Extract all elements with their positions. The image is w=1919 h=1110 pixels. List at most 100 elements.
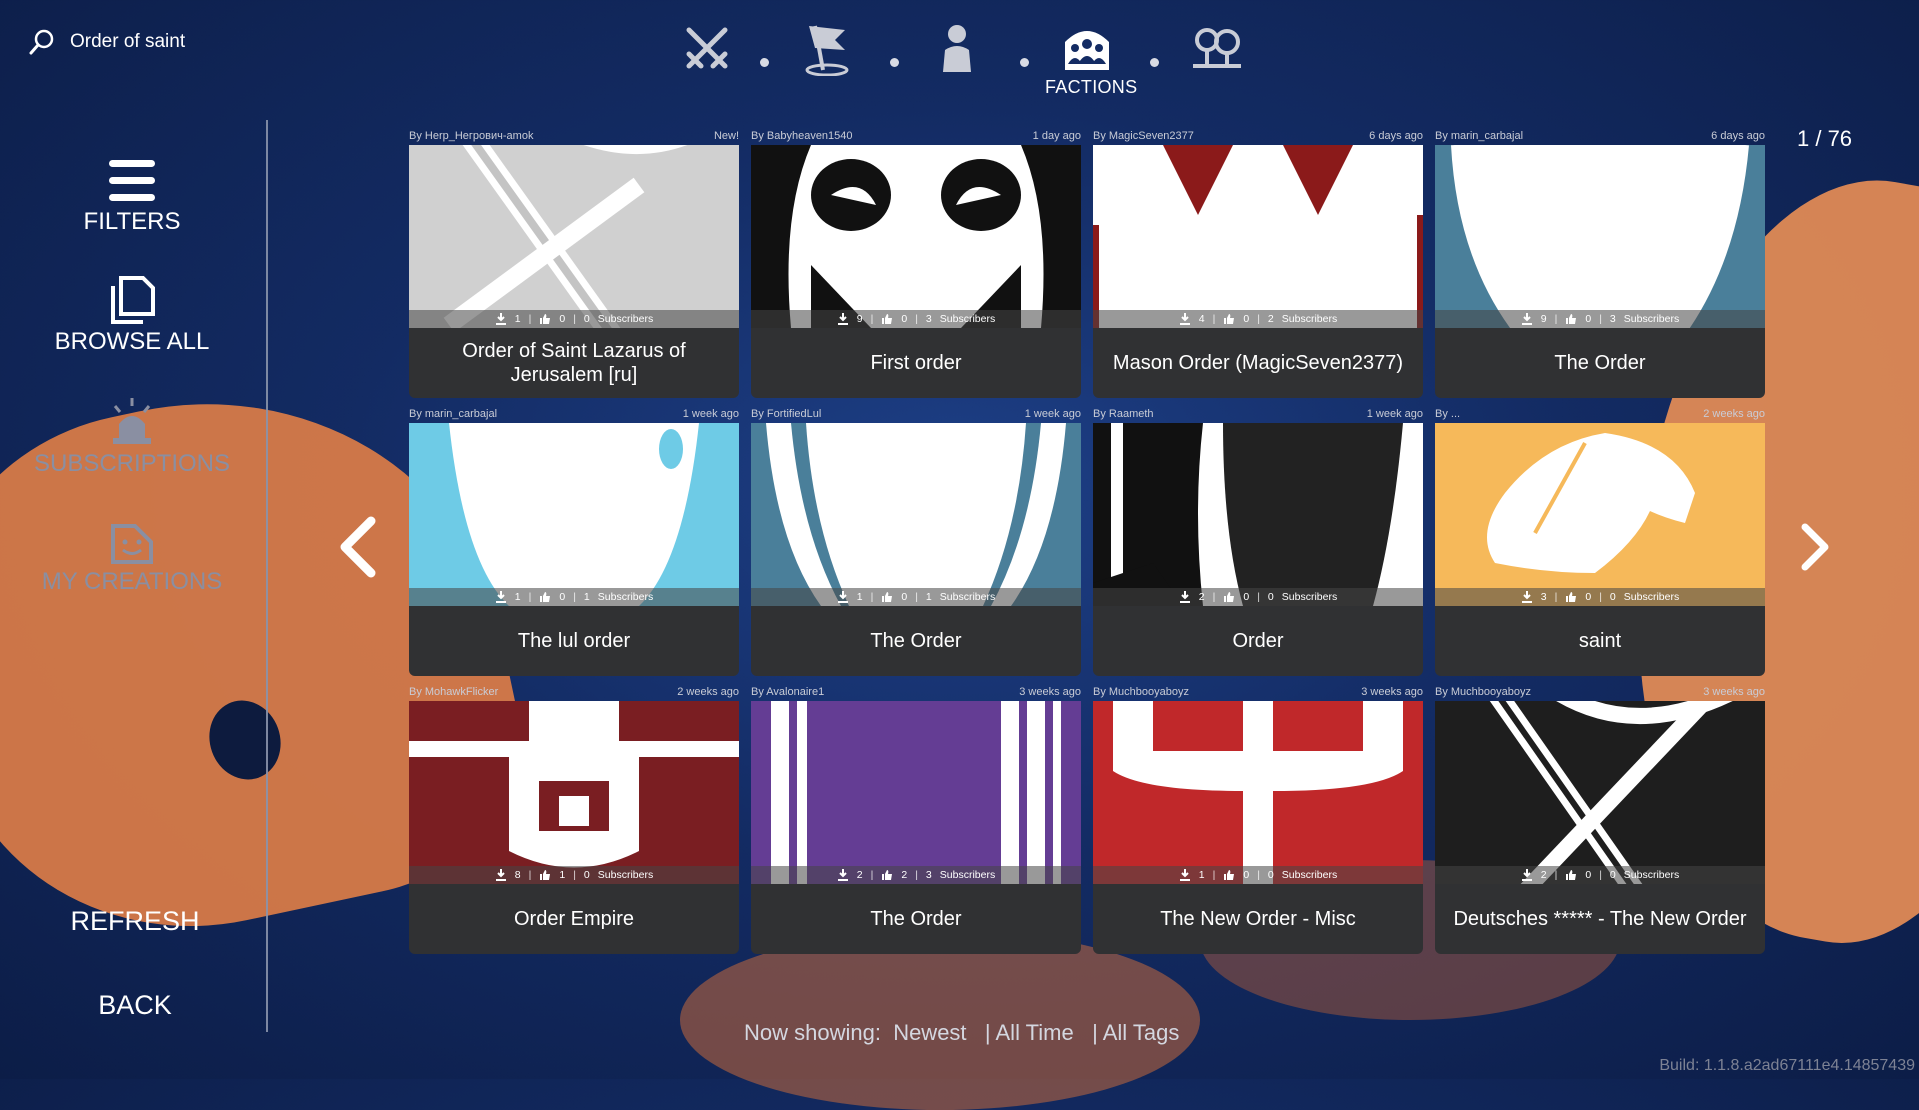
menu-icon bbox=[109, 160, 155, 201]
page-counter: 1 / 76 bbox=[1797, 126, 1853, 151]
card-title[interactable]: The Order bbox=[751, 606, 1081, 676]
card-author[interactable]: By FortifiedLul bbox=[751, 408, 821, 420]
faction-emblem-image bbox=[1093, 423, 1423, 606]
thumbs-up-icon bbox=[540, 870, 551, 880]
filters-button[interactable]: FILTERS bbox=[0, 158, 264, 236]
card-subscribers: 0 bbox=[583, 313, 590, 325]
card-likes: 0 bbox=[1585, 591, 1592, 603]
card-thumbnail[interactable] bbox=[409, 423, 739, 606]
card-author[interactable]: By Avalonaire1 bbox=[751, 686, 824, 698]
card-thumbnail[interactable] bbox=[409, 145, 739, 328]
nav-weapons[interactable] bbox=[672, 18, 742, 78]
sort-filter[interactable]: Newest bbox=[893, 1020, 966, 1045]
stat-separator: | bbox=[1599, 869, 1602, 881]
card-thumbnail[interactable] bbox=[1435, 145, 1765, 328]
card-thumbnail[interactable] bbox=[1435, 701, 1765, 884]
card-likes: 0 bbox=[901, 313, 908, 325]
chevron-right-icon bbox=[1801, 523, 1829, 571]
card-likes: 0 bbox=[559, 591, 566, 603]
card-title[interactable]: saint bbox=[1435, 606, 1765, 676]
card-stats: 2 | 0 | 0 Subscribers bbox=[1093, 588, 1423, 606]
card-author[interactable]: By MagicSeven2377 bbox=[1093, 130, 1194, 142]
nav-flags[interactable] bbox=[792, 18, 862, 78]
stat-separator: | bbox=[870, 591, 874, 603]
card-thumbnail[interactable] bbox=[751, 423, 1081, 606]
card-thumbnail[interactable] bbox=[751, 701, 1081, 884]
card-stats: 1 | 0 | 1 Subscribers bbox=[751, 588, 1081, 606]
time-filter[interactable]: | All Time bbox=[985, 1020, 1074, 1045]
stat-separator: | bbox=[1257, 869, 1260, 881]
card-subscribers: 0 bbox=[1267, 869, 1274, 881]
card-title[interactable]: Order Empire bbox=[409, 884, 739, 954]
card-author[interactable]: By ... bbox=[1435, 408, 1460, 420]
browse-all-button[interactable]: BROWSE ALL bbox=[0, 274, 264, 356]
card-title[interactable]: The New Order - Misc bbox=[1093, 884, 1423, 954]
card-author[interactable]: By Herp_Негрович-amok bbox=[409, 130, 533, 142]
search-bar[interactable]: Order of saint bbox=[28, 28, 185, 56]
refresh-button[interactable]: REFRESH bbox=[0, 906, 270, 937]
card-author[interactable]: By Muchbooyaboyz bbox=[1093, 686, 1189, 698]
previous-page-button[interactable] bbox=[332, 512, 382, 582]
card-thumbnail[interactable] bbox=[1093, 701, 1423, 884]
card-thumbnail[interactable] bbox=[1093, 145, 1423, 328]
search-icon bbox=[29, 29, 54, 55]
tags-filter[interactable]: | All Tags bbox=[1092, 1020, 1179, 1045]
card-subscribers-label: Subscribers bbox=[1281, 869, 1338, 881]
card-author[interactable]: By Babyheaven1540 bbox=[751, 130, 853, 142]
card-author[interactable]: By Muchbooyaboyz bbox=[1435, 686, 1531, 698]
my-creations-button[interactable]: MY CREATIONS bbox=[0, 514, 264, 596]
card-author[interactable]: By marin_carbajal bbox=[1435, 130, 1523, 142]
card-author[interactable]: By Raameth bbox=[1093, 408, 1154, 420]
card-title[interactable]: Order bbox=[1093, 606, 1423, 676]
card-age: 1 day ago bbox=[1032, 130, 1081, 142]
card-stats: 1 | 0 | 0 Subscribers bbox=[1093, 866, 1423, 884]
now-showing-bar: Now showing: Newest | All Time | All Tag… bbox=[744, 1020, 1179, 1046]
card-author[interactable]: By MohawkFlicker bbox=[409, 686, 498, 698]
card-age: 3 weeks ago bbox=[1361, 686, 1423, 698]
card-likes: 0 bbox=[901, 591, 908, 603]
card-likes: 2 bbox=[901, 869, 908, 881]
card-thumbnail[interactable] bbox=[1435, 423, 1765, 606]
card-age: 3 weeks ago bbox=[1703, 686, 1765, 698]
card-title[interactable]: The Order bbox=[751, 884, 1081, 954]
card-thumbnail[interactable] bbox=[409, 701, 739, 884]
nav-factions[interactable] bbox=[1052, 18, 1122, 78]
subscriptions-label: SUBSCRIPTIONS bbox=[33, 450, 231, 477]
nav-maps[interactable] bbox=[1182, 18, 1252, 78]
card-author[interactable]: By marin_carbajal bbox=[409, 408, 497, 420]
card-age: 6 days ago bbox=[1369, 130, 1423, 142]
card-age: New! bbox=[713, 130, 739, 142]
card-meta: By Muchbooyaboyz 3 weeks ago bbox=[1093, 686, 1423, 698]
card-thumbnail[interactable] bbox=[1093, 423, 1423, 606]
card-stats: 4 | 0 | 2 Subscribers bbox=[1093, 310, 1423, 328]
subscriptions-button[interactable]: SUBSCRIPTIONS bbox=[0, 396, 264, 478]
alarm-icon bbox=[113, 398, 151, 444]
card-title[interactable]: Order of Saint Lazarus of Jerusalem [ru] bbox=[409, 328, 739, 398]
card-title[interactable]: The lul order bbox=[409, 606, 739, 676]
stat-separator: | bbox=[528, 591, 532, 603]
card-title[interactable]: The Order bbox=[1435, 328, 1765, 398]
thumbs-up-icon bbox=[1224, 314, 1235, 324]
stat-separator: | bbox=[1599, 313, 1602, 325]
stat-separator: | bbox=[915, 869, 918, 881]
stat-separator: | bbox=[1599, 591, 1602, 603]
card-subscribers-label: Subscribers bbox=[597, 313, 654, 325]
nav-units[interactable] bbox=[922, 18, 992, 78]
my-creations-label: MY CREATIONS bbox=[41, 568, 223, 595]
card-stats: 1 | 0 | 0 Subscribers bbox=[409, 310, 739, 328]
category-nav bbox=[672, 18, 1252, 108]
next-page-button[interactable] bbox=[1790, 512, 1840, 582]
card-thumbnail[interactable] bbox=[751, 145, 1081, 328]
faction-emblem-image bbox=[409, 423, 739, 606]
stat-separator: | bbox=[528, 869, 532, 881]
faction-emblem-image bbox=[1093, 701, 1423, 884]
card-title[interactable]: Deutsches ***** - The New Order bbox=[1435, 884, 1765, 954]
card-meta: By MohawkFlicker 2 weeks ago bbox=[409, 686, 739, 698]
card-title[interactable]: First order bbox=[751, 328, 1081, 398]
card-likes: 0 bbox=[1243, 313, 1250, 325]
download-icon bbox=[495, 869, 506, 881]
card-downloads: 1 bbox=[856, 591, 863, 603]
search-query[interactable]: Order of saint bbox=[70, 31, 185, 53]
card-title[interactable]: Mason Order (MagicSeven2377) bbox=[1093, 328, 1423, 398]
back-button[interactable]: BACK bbox=[0, 990, 270, 1021]
